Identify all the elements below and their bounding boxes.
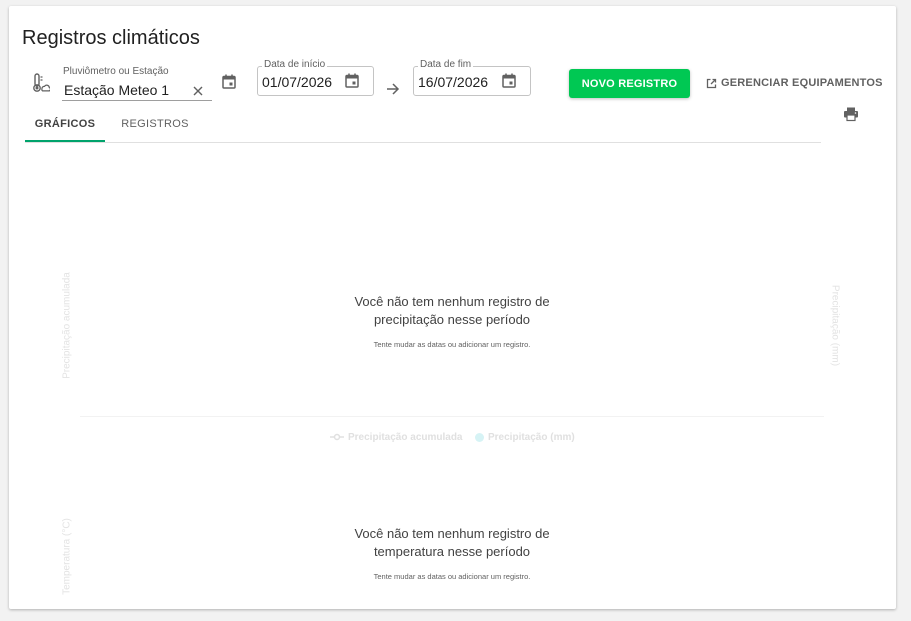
chart-baseline — [80, 416, 824, 417]
precipitation-empty-line1: Você não tem nenhum registro de — [354, 294, 550, 309]
page-title: Registros climáticos — [22, 27, 200, 49]
print-icon[interactable] — [843, 106, 859, 122]
tab-records[interactable]: REGISTROS — [113, 106, 197, 142]
precipitation-empty-line2: precipitação nesse período — [373, 312, 531, 327]
legend-label-precipitation: Precipitação (mm) — [488, 431, 575, 443]
start-date-value[interactable]: 01/07/2026 — [262, 74, 332, 90]
end-date-value[interactable]: 16/07/2026 — [418, 74, 488, 90]
start-date-label: Data de início — [262, 59, 328, 70]
manage-equipment-label: GERENCIAR EQUIPAMENTOS — [721, 77, 883, 89]
precipitation-left-axis-label: Precipitação acumulada — [61, 272, 73, 379]
end-date-label: Data de fim — [418, 59, 474, 70]
calendar-icon[interactable] — [502, 73, 516, 88]
station-select[interactable]: Estação Meteo 1 — [64, 82, 169, 98]
legend-dot-icon — [475, 432, 484, 442]
precipitation-empty-subtitle: Tente mudar as datas ou adicionar um reg… — [373, 340, 531, 349]
end-date-field[interactable]: Data de fim 16/07/2026 — [413, 59, 531, 96]
temperature-empty-subtitle: Tente mudar as datas ou adicionar um reg… — [373, 572, 531, 581]
external-link-icon — [706, 78, 717, 88]
precipitation-right-axis-label: Precipitação (mm) — [829, 284, 841, 367]
active-tab-indicator — [25, 140, 105, 142]
thermometer-cloud-icon — [33, 73, 50, 92]
arrow-right-icon — [387, 83, 400, 95]
temperature-empty-line1: Você não tem nenhum registro de — [354, 526, 550, 541]
precipitation-empty-title: Você não tem nenhum registro de precipit… — [302, 293, 602, 329]
temperature-left-axis-label: Temperatura (°C) — [61, 518, 73, 595]
station-underline — [62, 100, 212, 101]
line-marker-icon — [330, 433, 344, 441]
tab-bar: GRÁFICOS REGISTROS — [25, 106, 821, 143]
manage-equipment-button[interactable]: GERENCIAR EQUIPAMENTOS — [706, 74, 883, 92]
climate-records-card: Registros climáticos Pluviômetro ou Esta… — [9, 6, 896, 609]
start-date-field[interactable]: Data de início 01/07/2026 — [257, 59, 374, 96]
temperature-empty-title: Você não tem nenhum registro de temperat… — [302, 525, 602, 561]
tab-graphics[interactable]: GRÁFICOS — [25, 106, 105, 142]
new-record-button[interactable]: NOVO REGISTRO — [569, 69, 690, 98]
legend-item-precipitation[interactable]: Precipitação (mm) — [475, 430, 575, 444]
legend-label-accumulated: Precipitação acumulada — [348, 431, 463, 443]
calendar-icon[interactable] — [222, 74, 236, 89]
calendar-icon[interactable] — [345, 73, 359, 88]
legend-item-accumulated[interactable]: Precipitação acumulada — [330, 430, 463, 444]
clear-icon[interactable] — [192, 85, 204, 97]
station-field-label: Pluviômetro ou Estação — [63, 66, 169, 77]
temperature-empty-line2: temperatura nesse período — [373, 544, 531, 559]
